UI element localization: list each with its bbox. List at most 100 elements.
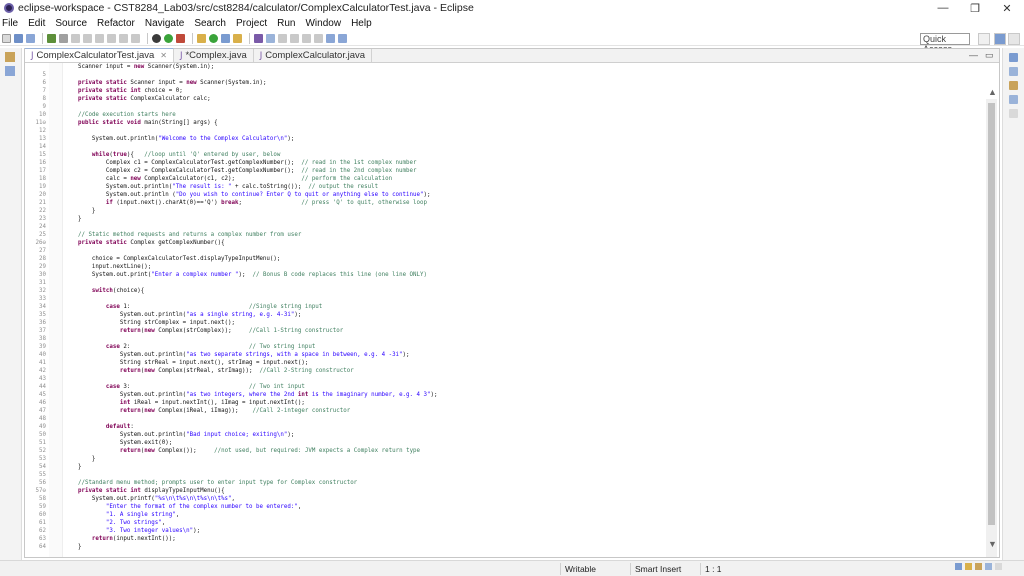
code-line[interactable]: 8 private static ComplexCalculator calc; xyxy=(25,95,985,103)
scroll-up-icon[interactable]: ▲ xyxy=(988,87,997,97)
task-list-icon[interactable] xyxy=(1009,67,1018,76)
progress-icon[interactable] xyxy=(955,563,962,570)
code-line[interactable]: 41 String strReal = input.next(), strIma… xyxy=(25,359,985,367)
menu-run[interactable]: Run xyxy=(277,18,295,29)
code-line[interactable]: 47 return(new Complex(iReal, iImag)); //… xyxy=(25,407,985,415)
vertical-scrollbar[interactable] xyxy=(986,99,997,557)
menu-source[interactable]: Source xyxy=(55,18,87,29)
code-line[interactable]: 22 } xyxy=(25,207,985,215)
code-line[interactable]: 36 String strComplex = input.next(); xyxy=(25,319,985,327)
package-explorer-icon[interactable] xyxy=(5,52,15,62)
code-line[interactable]: 52 return(new Complex()); //not used, bu… xyxy=(25,447,985,455)
run-icon[interactable] xyxy=(164,34,173,43)
open-perspective-icon[interactable] xyxy=(978,33,990,45)
scrollbar-thumb[interactable] xyxy=(988,103,995,525)
quick-access-input[interactable]: Quick Access xyxy=(920,33,970,45)
close-tab-icon[interactable]: ✕ xyxy=(160,51,167,60)
code-line[interactable]: 39 case 2: // Two string input xyxy=(25,343,985,351)
show-whitespace-icon[interactable] xyxy=(290,34,299,43)
type-hierarchy-icon[interactable] xyxy=(5,66,15,76)
step-into-icon[interactable] xyxy=(107,34,116,43)
debug-icon[interactable] xyxy=(47,34,56,43)
skip-breakpoints-icon[interactable] xyxy=(59,34,68,43)
code-area[interactable]: Scanner input = new Scanner(System.in);5… xyxy=(25,63,985,557)
code-line[interactable]: 40 System.out.println("as two separate s… xyxy=(25,351,985,359)
terminate-icon[interactable] xyxy=(95,34,104,43)
code-line[interactable]: 55 xyxy=(25,471,985,479)
code-line[interactable]: 26⊖ private static Complex getComplexNum… xyxy=(25,239,985,247)
problems-icon[interactable] xyxy=(1009,81,1018,90)
external-tools-icon[interactable] xyxy=(176,34,185,43)
code-line[interactable]: 33 xyxy=(25,295,985,303)
code-line[interactable]: 14 xyxy=(25,143,985,151)
code-line[interactable]: 56 //Standard menu method; prompts user … xyxy=(25,479,985,487)
code-line[interactable]: 34 case 1: //Single string input xyxy=(25,303,985,311)
new-class-icon[interactable] xyxy=(221,34,230,43)
code-line[interactable]: 23 } xyxy=(25,215,985,223)
code-line[interactable]: 10 //Code execution starts here xyxy=(25,111,985,119)
restore-button[interactable]: ❐ xyxy=(960,0,990,16)
debug-perspective-icon[interactable] xyxy=(1008,33,1020,45)
save-all-icon[interactable] xyxy=(26,34,35,43)
code-line[interactable]: 28 choice = ComplexCalculatorTest.displa… xyxy=(25,255,985,263)
code-line[interactable]: 54 } xyxy=(25,463,985,471)
step-return-icon[interactable] xyxy=(131,34,140,43)
save-icon[interactable] xyxy=(14,34,23,43)
menu-project[interactable]: Project xyxy=(236,18,267,29)
code-line[interactable]: 31 xyxy=(25,279,985,287)
code-line[interactable]: 37 return(new Complex(strComplex)); //Ca… xyxy=(25,327,985,335)
menu-edit[interactable]: Edit xyxy=(28,18,45,29)
menu-navigate[interactable]: Navigate xyxy=(145,18,184,29)
debug-run-icon[interactable] xyxy=(152,34,161,43)
previous-annotation-icon[interactable] xyxy=(314,34,323,43)
menu-refactor[interactable]: Refactor xyxy=(97,18,135,29)
next-annotation-icon[interactable] xyxy=(302,34,311,43)
javadoc-icon[interactable] xyxy=(1009,95,1018,104)
code-line[interactable]: 61 "2. Two strings", xyxy=(25,519,985,527)
code-line[interactable]: 11⊖ public static void main(String[] arg… xyxy=(25,119,985,127)
search-icon[interactable] xyxy=(254,34,263,43)
code-line[interactable]: 17 Complex c2 = ComplexCalculatorTest.ge… xyxy=(25,167,985,175)
code-line[interactable]: Scanner input = new Scanner(System.in); xyxy=(25,63,985,71)
code-line[interactable]: 19 System.out.println("The result is: " … xyxy=(25,183,985,191)
code-line[interactable]: 38 xyxy=(25,335,985,343)
close-button[interactable]: ✕ xyxy=(992,0,1022,16)
code-line[interactable]: 51 System.exit(0); xyxy=(25,439,985,447)
code-line[interactable]: 53 } xyxy=(25,455,985,463)
menu-help[interactable]: Help xyxy=(351,18,372,29)
code-line[interactable]: 20 System.out.println ("Do you wish to c… xyxy=(25,191,985,199)
code-line[interactable]: 59 "Enter the format of the complex numb… xyxy=(25,503,985,511)
code-line[interactable]: 30 System.out.print("Enter a complex num… xyxy=(25,271,985,279)
code-line[interactable]: 42 return(new Complex(strReal, strImag))… xyxy=(25,367,985,375)
code-line[interactable]: 35 System.out.println("as a single strin… xyxy=(25,311,985,319)
java-perspective-icon[interactable] xyxy=(994,33,1006,45)
code-line[interactable]: 58 System.out.printf("%s\n\t%s\n\t%s\n\t… xyxy=(25,495,985,503)
pen-icon[interactable] xyxy=(975,563,982,570)
code-line[interactable]: 46 int iReal = input.nextInt(), iImag = … xyxy=(25,399,985,407)
back-icon[interactable] xyxy=(326,34,335,43)
code-line[interactable]: 18 calc = new ComplexCalculator(c1, c2);… xyxy=(25,175,985,183)
tab-complex[interactable]: J *Complex.java xyxy=(174,49,254,62)
code-line[interactable]: 50 System.out.println("Bad input choice;… xyxy=(25,431,985,439)
word-wrap-icon[interactable] xyxy=(278,34,287,43)
forward-icon[interactable] xyxy=(338,34,347,43)
code-line[interactable]: 16 Complex c1 = ComplexCalculatorTest.ge… xyxy=(25,159,985,167)
code-line[interactable]: 49 default: xyxy=(25,423,985,431)
notification-icon[interactable] xyxy=(965,563,972,570)
suspend-icon[interactable] xyxy=(83,34,92,43)
tab-complexcalculatortest[interactable]: J ComplexCalculatorTest.java ✕ xyxy=(25,48,174,62)
code-line[interactable]: 5 xyxy=(25,71,985,79)
code-line[interactable]: 29 input.nextLine(); xyxy=(25,263,985,271)
new-java-project-icon[interactable] xyxy=(197,34,206,43)
outline-icon[interactable] xyxy=(1009,53,1018,62)
menu-file[interactable]: File xyxy=(2,18,18,29)
code-line[interactable]: 45 System.out.println("as two integers, … xyxy=(25,391,985,399)
code-line[interactable]: 12 xyxy=(25,127,985,135)
tips-icon[interactable] xyxy=(985,563,992,570)
code-line[interactable]: 48 xyxy=(25,415,985,423)
new-package-icon[interactable] xyxy=(209,34,218,43)
code-line[interactable]: 27 xyxy=(25,247,985,255)
step-over-icon[interactable] xyxy=(119,34,128,43)
code-line[interactable]: 60 "1. A single string", xyxy=(25,511,985,519)
code-line[interactable]: 9 xyxy=(25,103,985,111)
